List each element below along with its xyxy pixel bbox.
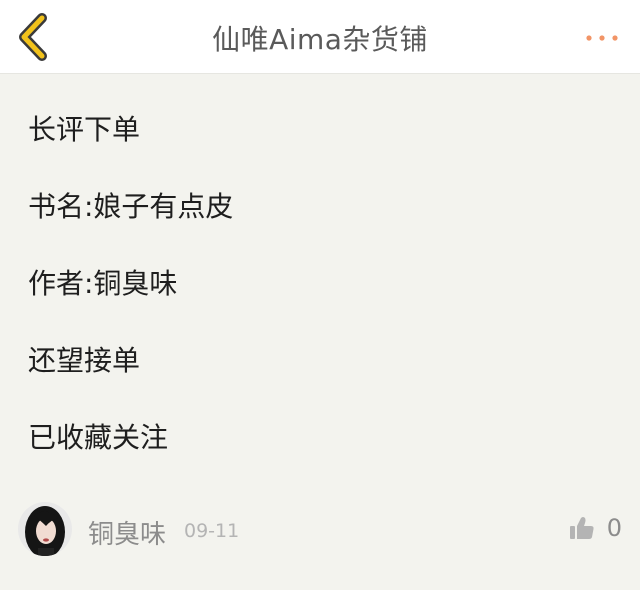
post-line: 作者:铜臭味 [28, 267, 178, 300]
more-options-button[interactable] [584, 28, 620, 48]
post-line: 长评下单 [28, 113, 141, 146]
post-body: 长评下单 书名:娘子有点皮 作者:铜臭味 还望接单 已收藏关注 [28, 110, 618, 495]
post-footer: 铜臭味 09-11 0 [0, 500, 640, 560]
more-dots-icon [586, 35, 618, 41]
post-line: 已收藏关注 [28, 421, 169, 454]
author-name[interactable]: 铜臭味 [88, 514, 166, 551]
page-title: 仙唯Aima杂货铺 [212, 23, 428, 56]
thumbs-up-icon [570, 517, 594, 539]
top-nav-bar: 仙唯Aima杂货铺 [0, 0, 640, 74]
post-date: 09-11 [184, 520, 240, 542]
post-line: 书名:娘子有点皮 [28, 190, 234, 223]
avatar[interactable] [18, 502, 72, 556]
like-button[interactable]: 0 [552, 512, 622, 546]
post-line: 还望接单 [28, 344, 141, 377]
like-count: 0 [606, 514, 622, 542]
